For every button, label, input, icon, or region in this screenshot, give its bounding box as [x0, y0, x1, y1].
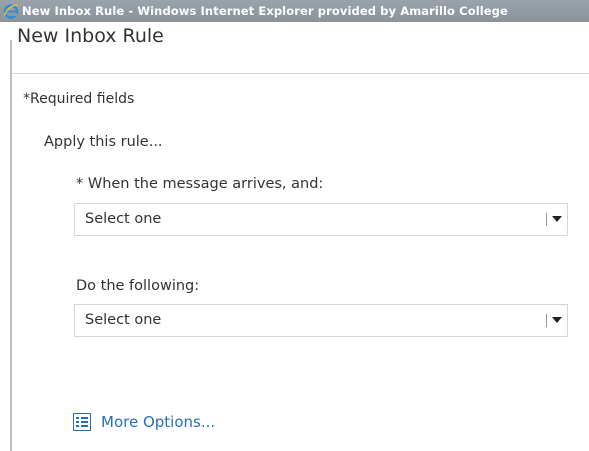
select-separator [546, 314, 547, 327]
action-select-value: Select one [85, 312, 162, 328]
more-options-link[interactable]: More Options... [73, 413, 215, 431]
window-titlebar[interactable]: New Inbox Rule - Windows Internet Explor… [0, 0, 589, 22]
internet-explorer-icon [2, 2, 20, 20]
required-fields-note: *Required fields [23, 91, 135, 107]
left-border [10, 40, 12, 451]
action-select[interactable]: Select one [74, 304, 568, 337]
select-separator [546, 213, 547, 226]
condition-select[interactable]: Select one [74, 203, 568, 236]
action-label: Do the following: [76, 278, 200, 294]
window-title: New Inbox Rule - Windows Internet Explor… [22, 4, 508, 18]
chevron-down-icon[interactable] [552, 216, 562, 222]
page-title: New Inbox Rule [17, 25, 164, 47]
list-icon [73, 413, 91, 431]
chevron-down-icon[interactable] [552, 317, 562, 323]
more-options-label[interactable]: More Options... [101, 413, 215, 431]
apply-rule-heading: Apply this rule... [44, 134, 163, 150]
condition-label: * When the message arrives, and: [76, 176, 324, 192]
ie-window: New Inbox Rule - Windows Internet Explor… [0, 0, 589, 451]
condition-select-value: Select one [85, 211, 162, 227]
